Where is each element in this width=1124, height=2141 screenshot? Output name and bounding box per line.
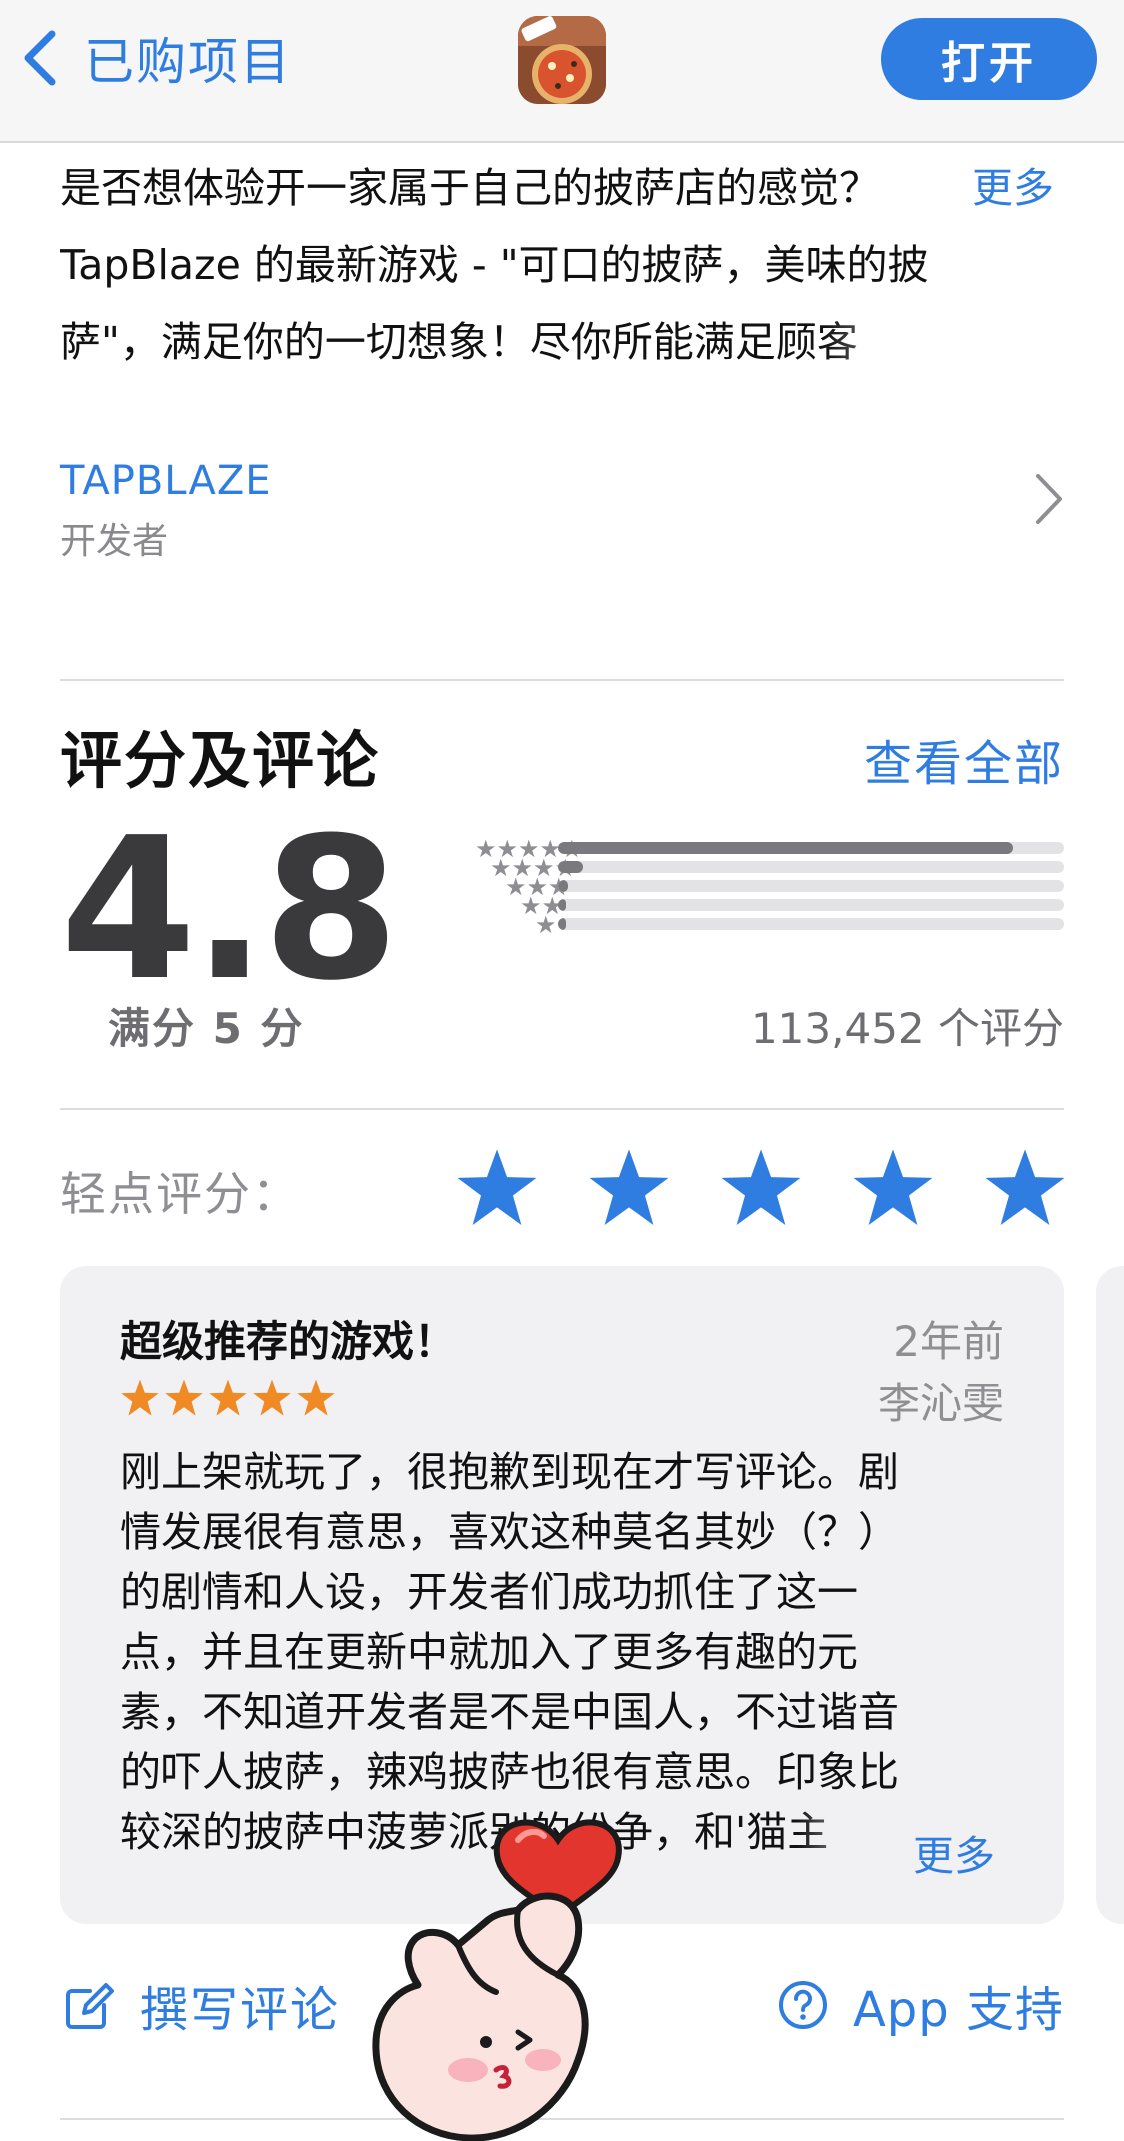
tap-to-rate-stars bbox=[455, 1146, 1067, 1230]
app-support-label: App 支持 bbox=[852, 1982, 1064, 2038]
histogram-fill bbox=[558, 880, 568, 892]
finger-heart-sticker bbox=[372, 1819, 622, 2141]
divider bbox=[60, 1108, 1064, 1110]
average-rating: 4.8 bbox=[60, 796, 399, 1024]
developer-role: 开发者 bbox=[60, 521, 169, 562]
review-author: 李沁雯 bbox=[877, 1379, 1004, 1428]
review-star-icon bbox=[121, 1379, 159, 1416]
description-line-text: 萨"，满足你的一切想象！尽你所能满足顾客 bbox=[60, 318, 858, 366]
chevron-right-icon bbox=[1036, 474, 1062, 524]
rate-star-icon[interactable] bbox=[983, 1146, 1067, 1230]
see-all-link[interactable]: 查看全部 bbox=[864, 724, 1064, 794]
description-line: 萨"，满足你的一切想象！尽你所能满足顾客 bbox=[60, 304, 960, 381]
histogram-track bbox=[558, 899, 1064, 911]
write-review-button[interactable]: 撰写评论 bbox=[64, 1970, 340, 2040]
review-date: 2年前 bbox=[893, 1317, 1004, 1366]
chevron-left-icon bbox=[24, 30, 56, 86]
histogram-track bbox=[558, 861, 1064, 873]
rate-star-icon[interactable] bbox=[719, 1146, 803, 1230]
histogram-track bbox=[558, 842, 1064, 854]
rating-scale-label: 满分 5 分 bbox=[108, 1004, 305, 1053]
histogram-fill bbox=[558, 842, 1013, 854]
histogram-track bbox=[558, 918, 1064, 930]
review-star-icon bbox=[165, 1379, 203, 1416]
rate-star-icon[interactable] bbox=[587, 1146, 671, 1230]
description-line: TapBlaze 的最新游戏 - "可口的披萨，美味的披 bbox=[60, 241, 929, 289]
pizza-app-icon bbox=[518, 16, 606, 104]
next-review-card[interactable] bbox=[1096, 1266, 1124, 1924]
developer-row[interactable]: TAPBLAZE 开发者 bbox=[60, 450, 1064, 570]
rating-count: 113,452 个评分 bbox=[750, 1004, 1064, 1053]
histogram-row: ★★★ bbox=[410, 874, 1064, 900]
nav-bar: 已购项目 打开 bbox=[0, 0, 1124, 143]
review-star-icon bbox=[253, 1379, 291, 1416]
review-star-rating bbox=[120, 1378, 336, 1418]
review-title: 超级推荐的游戏！ bbox=[120, 1317, 457, 1366]
histogram-row: ★★ bbox=[410, 893, 1064, 919]
app-description: 是否想体验开一家属于自己的披萨店的感觉？ TapBlaze 的最新游戏 - "可… bbox=[60, 150, 1070, 381]
review-body-line: 点，并且在更新中就加入了更多有趣的元 bbox=[120, 1628, 858, 1676]
review-star-icon bbox=[209, 1379, 247, 1416]
histogram-fill bbox=[558, 899, 566, 911]
write-review-label: 撰写评论 bbox=[140, 1982, 341, 2038]
review-body-line: 情发展很有意思，喜欢这种莫名其妙（？） bbox=[120, 1508, 899, 1556]
back-label: 已购项目 bbox=[84, 33, 292, 91]
description-line: 是否想体验开一家属于自己的披萨店的感觉？ bbox=[60, 164, 880, 212]
developer-name: TAPBLAZE bbox=[60, 458, 272, 504]
rate-star-icon[interactable] bbox=[851, 1146, 935, 1230]
review-star-icon bbox=[297, 1379, 335, 1416]
rate-star-icon[interactable] bbox=[455, 1146, 539, 1230]
histogram-fill bbox=[558, 918, 566, 930]
tap-to-rate-label: 轻点评分： bbox=[60, 1167, 300, 1221]
review-body-line: 的剧情和人设，开发者们成功抓住了这一 bbox=[120, 1568, 858, 1616]
review-more-link[interactable]: 更多 bbox=[913, 1822, 995, 1882]
question-circle-icon bbox=[778, 1981, 827, 2029]
histogram-star-label: ★ bbox=[535, 911, 557, 939]
review-body-line: 素，不知道开发者是不是中国人，不过谐音 bbox=[120, 1688, 899, 1736]
compose-icon bbox=[66, 1983, 114, 2029]
review-body-line: 刚上架就玩了，很抱歉到现在才写评论。剧 bbox=[120, 1448, 899, 1496]
back-button[interactable]: 已购项目 bbox=[20, 22, 292, 94]
histogram-fill bbox=[558, 861, 583, 873]
histogram-track bbox=[558, 880, 1064, 892]
ratings-section-title: 评分及评论 bbox=[60, 724, 381, 797]
open-button[interactable]: 打开 bbox=[881, 18, 1097, 100]
app-support-button[interactable]: App 支持 bbox=[777, 1970, 1064, 2040]
divider bbox=[60, 679, 1064, 681]
histogram-row: ★ bbox=[410, 912, 1064, 938]
description-more-link[interactable]: 更多 bbox=[972, 154, 1054, 214]
